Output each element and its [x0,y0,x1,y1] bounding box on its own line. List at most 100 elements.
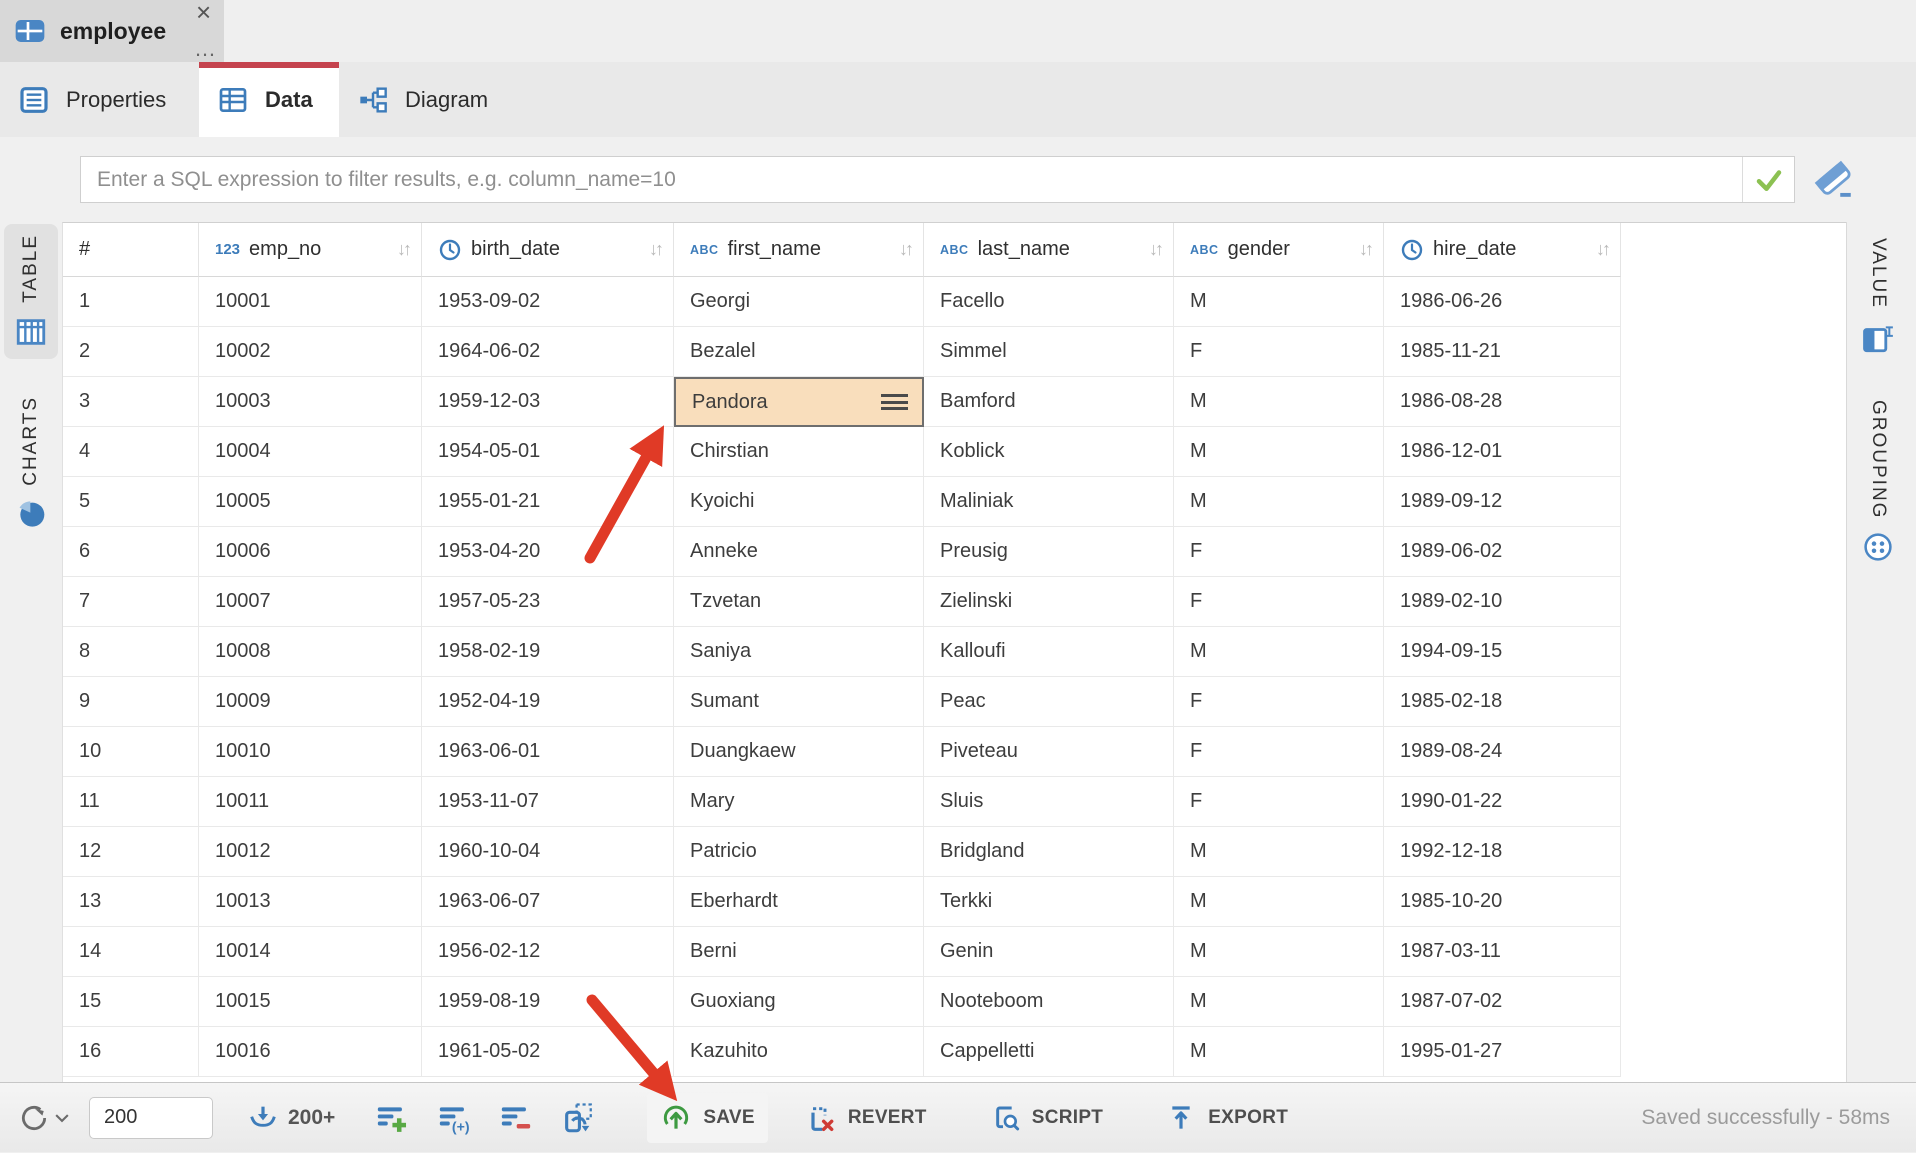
cell-gender[interactable]: M [1174,277,1384,327]
cell-hire_date[interactable]: 1989-02-10 [1384,577,1621,627]
row-number-cell[interactable]: 14 [63,927,199,977]
cell-last_name[interactable]: Peac [924,677,1174,727]
panel-tab-charts[interactable]: CHARTS [4,386,58,540]
cell-last_name[interactable]: Kalloufi [924,627,1174,677]
cell-birth_date[interactable]: 1959-08-19 [422,977,674,1027]
cell-hire_date[interactable]: 1995-01-27 [1384,1027,1621,1077]
cell-gender[interactable]: M [1174,927,1384,977]
cell-first_name[interactable]: Kyoichi [674,477,924,527]
cell-last_name[interactable]: Zielinski [924,577,1174,627]
column-header-birth_date[interactable]: birth_date ↓↑ [422,223,674,277]
row-number-cell[interactable]: 15 [63,977,199,1027]
row-number-cell[interactable]: 4 [63,427,199,477]
row-number-cell[interactable]: 9 [63,677,199,727]
cell-first_name[interactable]: Tzvetan [674,577,924,627]
cell-last_name[interactable]: Genin [924,927,1174,977]
cell-first_name[interactable]: Georgi [674,277,924,327]
row-number-cell[interactable]: 11 [63,777,199,827]
cell-emp_no[interactable]: 10012 [199,827,422,877]
cell-first_name[interactable]: Kazuhito [674,1027,924,1077]
cell-emp_no[interactable]: 10011 [199,777,422,827]
cell-gender[interactable]: M [1174,1027,1384,1077]
cell-birth_date[interactable]: 1964-06-02 [422,327,674,377]
row-number-cell[interactable]: 12 [63,827,199,877]
cell-first_name[interactable]: Anneke [674,527,924,577]
row-number-cell[interactable]: 6 [63,527,199,577]
cell-gender[interactable]: F [1174,677,1384,727]
add-row-icon[interactable] [375,1101,409,1135]
row-number-cell[interactable]: 2 [63,327,199,377]
cell-gender[interactable]: M [1174,827,1384,877]
cell-birth_date[interactable]: 1953-11-07 [422,777,674,827]
sort-icon[interactable]: ↓↑ [1359,239,1371,260]
cell-hire_date[interactable]: 1985-10-20 [1384,877,1621,927]
cell-emp_no[interactable]: 10015 [199,977,422,1027]
duplicate-row-icon[interactable]: (+) [437,1101,471,1135]
cell-last_name[interactable]: Bridgland [924,827,1174,877]
cell-menu-icon[interactable] [881,394,908,410]
tab-employee[interactable]: employee × … [0,0,224,62]
cell-first_name[interactable]: Chirstian [674,427,924,477]
row-number-cell[interactable]: 8 [63,627,199,677]
fetch-size-input[interactable] [89,1097,213,1139]
column-header-first_name[interactable]: ABC first_name ↓↑ [674,223,924,277]
tab-data[interactable]: Data [199,62,339,137]
cell-emp_no[interactable]: 10004 [199,427,422,477]
cell-birth_date[interactable]: 1957-05-23 [422,577,674,627]
row-number-cell[interactable]: 10 [63,727,199,777]
cell-emp_no[interactable]: 10005 [199,477,422,527]
cell-gender[interactable]: F [1174,577,1384,627]
cell-gender[interactable]: F [1174,527,1384,577]
row-number-cell[interactable]: 13 [63,877,199,927]
script-button[interactable]: SCRIPT [976,1093,1116,1143]
tab-overflow-icon[interactable]: … [194,36,214,62]
cell-first_name[interactable]: Eberhardt [674,877,924,927]
column-header-gender[interactable]: ABC gender ↓↑ [1174,223,1384,277]
cell-last_name[interactable]: Koblick [924,427,1174,477]
apply-filter-button[interactable] [1742,157,1794,202]
revert-button[interactable]: REVERT [792,1093,940,1143]
fetch-more-button[interactable]: 200+ [247,1102,335,1134]
cell-last_name[interactable]: Sluis [924,777,1174,827]
cell-hire_date[interactable]: 1989-09-12 [1384,477,1621,527]
refresh-row-icon[interactable] [561,1101,595,1135]
save-button[interactable]: SAVE [647,1093,768,1143]
cell-hire_date[interactable]: 1985-11-21 [1384,327,1621,377]
cell-emp_no[interactable]: 10016 [199,1027,422,1077]
sort-icon[interactable]: ↓↑ [649,239,661,260]
cell-last_name[interactable]: Piveteau [924,727,1174,777]
cell-last_name[interactable]: Preusig [924,527,1174,577]
tab-properties[interactable]: Properties [0,62,199,137]
delete-row-icon[interactable] [499,1101,533,1135]
cell-first_name[interactable]: Mary [674,777,924,827]
cell-birth_date[interactable]: 1958-02-19 [422,627,674,677]
export-button[interactable]: EXPORT [1152,1093,1301,1143]
cell-first_name[interactable]: Saniya [674,627,924,677]
close-icon[interactable]: × [196,0,211,26]
cell-emp_no[interactable]: 10008 [199,627,422,677]
column-header-rownum[interactable]: # [63,223,199,277]
cell-last_name[interactable]: Nooteboom [924,977,1174,1027]
sort-icon[interactable]: ↓↑ [1149,239,1161,260]
cell-gender[interactable]: F [1174,327,1384,377]
panel-tab-value[interactable]: VALUE [1851,228,1905,365]
row-number-cell[interactable]: 1 [63,277,199,327]
tab-diagram[interactable]: Diagram [339,62,515,137]
refresh-button[interactable] [18,1102,69,1134]
cell-hire_date[interactable]: 1992-12-18 [1384,827,1621,877]
cell-last_name[interactable]: Facello [924,277,1174,327]
cell-hire_date[interactable]: 1986-12-01 [1384,427,1621,477]
cell-last_name[interactable]: Maliniak [924,477,1174,527]
chevron-down-icon[interactable] [55,1113,69,1123]
sort-icon[interactable]: ↓↑ [1596,239,1608,260]
cell-gender[interactable]: F [1174,727,1384,777]
cell-gender[interactable]: M [1174,477,1384,527]
cell-gender[interactable]: M [1174,627,1384,677]
selected-cell[interactable]: Pandora [674,377,924,427]
cell-birth_date[interactable]: 1963-06-07 [422,877,674,927]
cell-first_name[interactable]: Duangkaew [674,727,924,777]
cell-emp_no[interactable]: 10002 [199,327,422,377]
cell-birth_date[interactable]: 1961-05-02 [422,1027,674,1077]
cell-gender[interactable]: M [1174,427,1384,477]
cell-hire_date[interactable]: 1987-03-11 [1384,927,1621,977]
